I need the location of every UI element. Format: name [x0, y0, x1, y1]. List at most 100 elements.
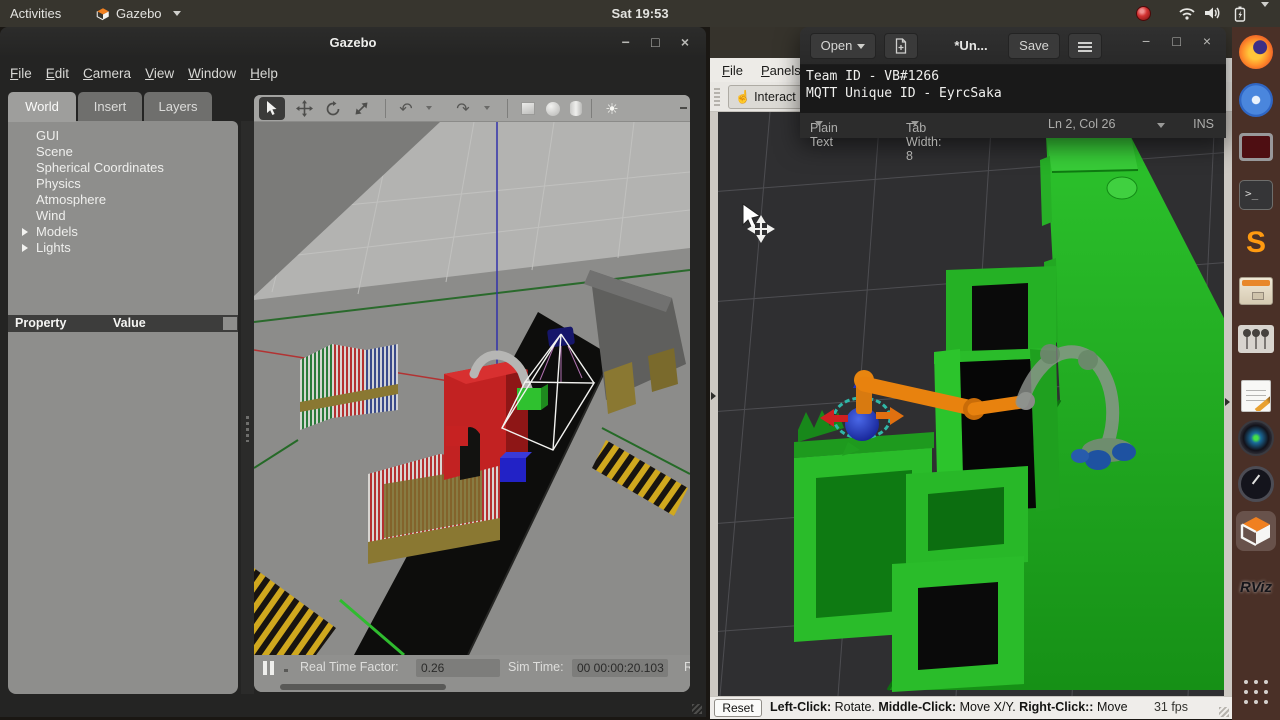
- statusbar-handle[interactable]: [284, 669, 288, 672]
- save-button[interactable]: Save: [1008, 33, 1060, 59]
- tree-item-wind[interactable]: Wind: [8, 208, 238, 224]
- dock-icon-terminal[interactable]: >_: [1236, 175, 1276, 215]
- gedit-headerbar[interactable]: Open *Un... Save − □ ×: [800, 27, 1226, 65]
- sublime-text-icon: S: [1245, 226, 1266, 259]
- translate-tool-button[interactable]: [291, 97, 317, 120]
- rotate-tool-button[interactable]: [320, 97, 346, 120]
- tree-item-gui[interactable]: GUI: [8, 128, 238, 144]
- dock-icon-text-editor[interactable]: [1236, 376, 1276, 416]
- dock-icon-tweaks[interactable]: [1236, 319, 1276, 359]
- tree-item-physics[interactable]: Physics: [8, 176, 238, 192]
- resize-grip[interactable]: [692, 704, 702, 714]
- firefox-icon: [1239, 35, 1273, 69]
- show-applications-button[interactable]: [1236, 672, 1276, 712]
- toolbar-drag-handle[interactable]: [714, 88, 720, 106]
- menu-help[interactable]: Help: [250, 66, 278, 81]
- cursor-position[interactable]: Ln 2, Col 26: [1048, 117, 1115, 131]
- app-gr id-icon: [1244, 680, 1268, 704]
- battery-icon[interactable]: [1234, 6, 1246, 22]
- tree-item-models[interactable]: Models: [8, 224, 238, 240]
- tweaks-icon: [1238, 325, 1274, 353]
- horizontal-scrollbar[interactable]: [254, 681, 690, 692]
- help-text: Move X/Y.: [956, 700, 1020, 714]
- tree-item-spherical-coordinates[interactable]: Spherical Coordinates: [8, 160, 238, 176]
- open-button[interactable]: Open: [810, 33, 876, 59]
- menu-window[interactable]: Window: [188, 66, 236, 81]
- expander-icon[interactable]: [22, 244, 28, 252]
- chevron-down-icon: [815, 121, 823, 126]
- dock-icon-file-roller[interactable]: [1236, 271, 1276, 311]
- panel-splitter[interactable]: [241, 121, 254, 694]
- resize-grip[interactable]: [1219, 707, 1229, 717]
- undo-button[interactable]: ↶: [393, 97, 419, 120]
- menu-view[interactable]: View: [145, 66, 174, 81]
- maximize-button[interactable]: □: [642, 27, 668, 58]
- add-light-button[interactable]: ☀: [599, 97, 625, 120]
- rviz-3d-scene[interactable]: [710, 112, 1232, 696]
- right-panel-expander[interactable]: [1224, 112, 1232, 696]
- menu-camera[interactable]: Camera: [83, 66, 131, 81]
- tree-item-lights[interactable]: Lights: [8, 240, 238, 256]
- menu-edit[interactable]: Edit: [46, 66, 69, 81]
- chevron-down-icon[interactable]: [1157, 123, 1165, 128]
- sim-time-label: Sim Time:: [508, 660, 564, 674]
- column-value: Value: [113, 316, 146, 330]
- dock-icon-timer[interactable]: [1236, 464, 1276, 504]
- app-menu[interactable]: Gazebo: [96, 0, 181, 27]
- scrollbar-thumb[interactable]: [280, 684, 446, 690]
- reset-button[interactable]: Reset: [714, 699, 762, 717]
- redo-button[interactable]: ↷: [450, 97, 476, 120]
- redo-history-caret-icon[interactable]: [484, 106, 490, 110]
- screen-record-icon[interactable]: [1136, 6, 1151, 21]
- add-box-button[interactable]: [515, 97, 541, 120]
- undo-history-caret-icon[interactable]: [426, 106, 432, 110]
- dock-icon-sublime-text[interactable]: S: [1236, 223, 1276, 263]
- minimize-button[interactable]: −: [1133, 33, 1159, 49]
- app-menu-label: Gazebo: [116, 6, 162, 21]
- pause-button[interactable]: [263, 661, 267, 675]
- gazebo-titlebar[interactable]: Gazebo − □ ×: [0, 27, 706, 58]
- rviz-statusbar: Reset Left-Click: Rotate. Middle-Click: …: [710, 696, 1232, 719]
- text-editor-area[interactable]: Team ID - VB#1266 MQTT Unique ID - EyrcS…: [800, 65, 1226, 113]
- volume-icon[interactable]: [1204, 6, 1222, 20]
- pause-button-bar[interactable]: [270, 661, 274, 675]
- tab-world[interactable]: World: [8, 92, 76, 122]
- archive-icon: [1239, 277, 1273, 305]
- dock-icon-firefox[interactable]: [1236, 32, 1276, 72]
- tab-layers[interactable]: Layers: [144, 92, 212, 121]
- system-menu-caret-icon[interactable]: [1261, 2, 1269, 7]
- menu-file[interactable]: File: [722, 63, 743, 78]
- clock[interactable]: Sat 19:53: [611, 0, 668, 27]
- toolbar-overflow-handle[interactable]: [680, 107, 687, 109]
- interact-tool-button[interactable]: ☝ Interact: [728, 85, 807, 109]
- left-panel-expander[interactable]: [710, 112, 718, 696]
- add-cylinder-button[interactable]: [563, 97, 589, 120]
- dock-icon-camera[interactable]: [1236, 418, 1276, 458]
- tab-insert[interactable]: Insert: [78, 92, 142, 121]
- interact-label: Interact: [754, 90, 796, 104]
- scale-tool-button[interactable]: [348, 97, 374, 120]
- dock-icon-terminator[interactable]: [1236, 127, 1276, 167]
- gazebo-3d-scene[interactable]: [254, 122, 690, 655]
- wifi-icon[interactable]: [1178, 6, 1196, 20]
- menu-panels[interactable]: Panels: [761, 63, 801, 78]
- hamburger-menu-button[interactable]: [1068, 33, 1102, 59]
- dock-icon-gazebo[interactable]: [1236, 511, 1276, 551]
- new-document-button[interactable]: [884, 33, 918, 59]
- close-button[interactable]: ×: [672, 27, 698, 58]
- activities-button[interactable]: Activities: [10, 0, 61, 27]
- header-handle[interactable]: [223, 317, 237, 330]
- minimize-button[interactable]: −: [613, 27, 639, 58]
- close-button[interactable]: ×: [1194, 33, 1220, 49]
- dock-icon-rviz[interactable]: RViz: [1236, 567, 1276, 607]
- help-text: Rotate.: [831, 700, 879, 714]
- menu-file[interactable]: File: [10, 66, 32, 81]
- insert-mode-indicator[interactable]: INS: [1193, 117, 1214, 131]
- select-tool-button[interactable]: [259, 97, 285, 120]
- maximize-button[interactable]: □: [1164, 33, 1190, 49]
- tree-item-scene[interactable]: Scene: [8, 144, 238, 160]
- dock-icon-chromium[interactable]: [1236, 80, 1276, 120]
- tree-item-atmosphere[interactable]: Atmosphere: [8, 192, 238, 208]
- rviz-viewport[interactable]: [710, 112, 1232, 696]
- expander-icon[interactable]: [22, 228, 28, 236]
